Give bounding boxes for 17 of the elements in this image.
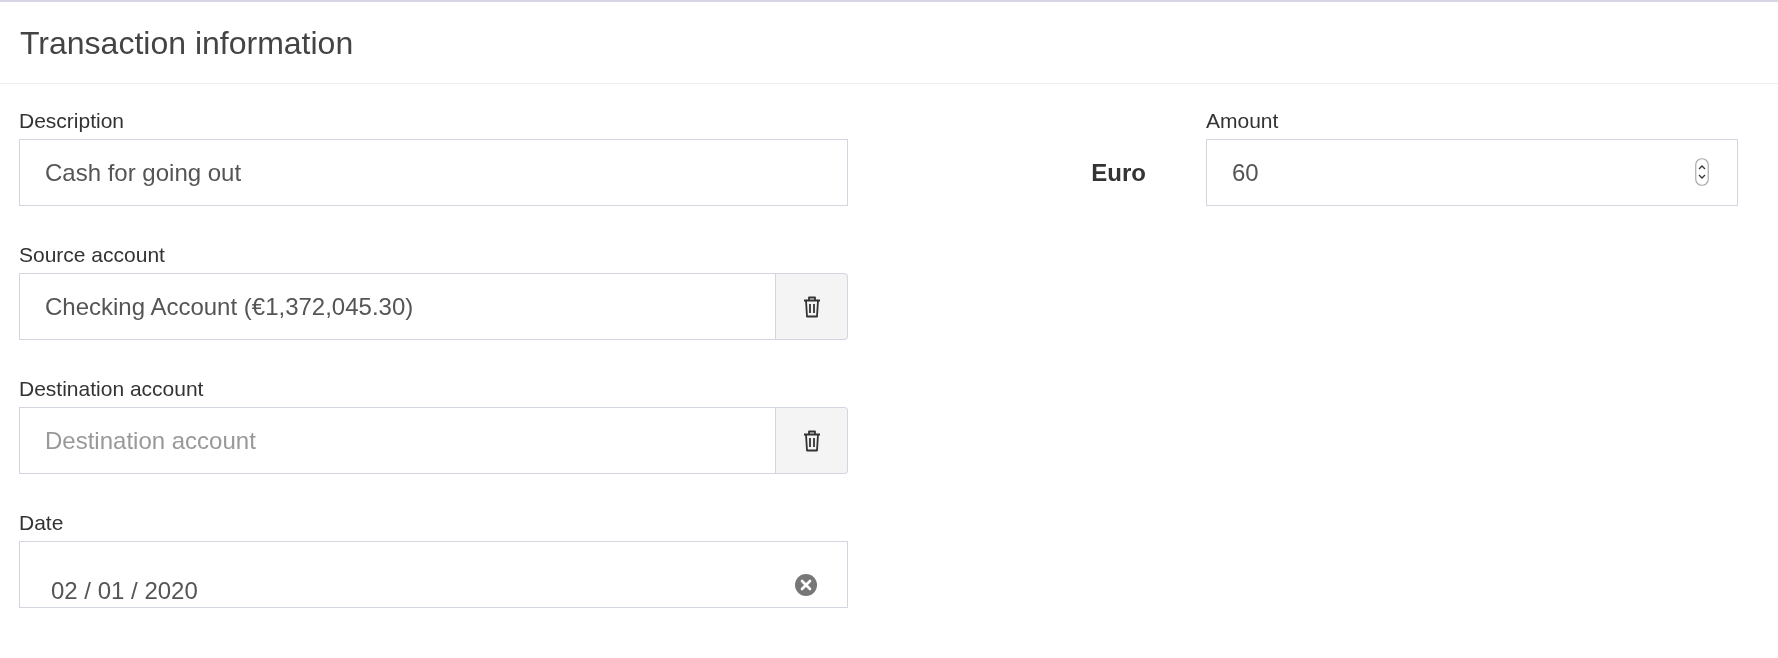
section-title: Transaction information xyxy=(20,23,354,63)
text-field[interactable]: Cash for going out xyxy=(19,139,848,206)
field-label: Date xyxy=(19,510,64,536)
date-field[interactable]: 02 / 01 / 2020 xyxy=(19,541,848,608)
clear-icon[interactable] xyxy=(795,574,817,596)
trash-icon xyxy=(802,429,821,452)
account-field[interactable]: Destination account xyxy=(19,407,776,474)
delete-button[interactable] xyxy=(776,273,848,340)
field-label: Description xyxy=(19,108,125,134)
account-field[interactable]: Checking Account (€1,372,045.30) xyxy=(19,273,776,340)
currency-label: Euro xyxy=(1091,158,1146,188)
field-label: Source account xyxy=(19,242,165,268)
trash-icon xyxy=(802,295,821,318)
amount-field[interactable]: 60 xyxy=(1206,139,1738,206)
field-label: Destination account xyxy=(19,376,204,402)
field-label: Amount xyxy=(1206,108,1279,134)
delete-button[interactable] xyxy=(776,407,848,474)
